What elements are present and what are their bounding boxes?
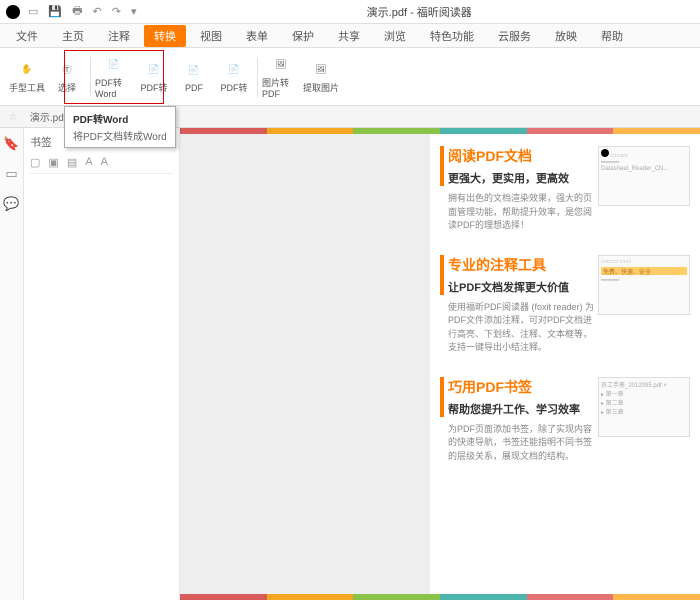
pdf-icon: 📄: [184, 61, 204, 81]
title-bar: ▭ 💾 🖶 ↶ ↷ ▾ 演示.pdf - 福昕阅读器: [0, 0, 700, 24]
tooltip-desc: 将PDF文档转成Word: [73, 128, 167, 143]
bm-expand-icon[interactable]: ▤: [67, 156, 77, 169]
bm-add-icon[interactable]: ▢: [30, 156, 40, 169]
menu-放映[interactable]: 放映: [545, 25, 587, 47]
hand-tool-button[interactable]: ✋ 手型工具: [8, 53, 46, 101]
section-thumb: ▭▭▭ ▭▭免费、快速、安全━━━━━: [598, 255, 690, 315]
img-to-pdf-button[interactable]: 🖼 图片转PDF: [262, 53, 300, 101]
main-area: 🔖 ▭ 💬 书签 ▢ ▣ ▤ A A 阅读PDF文档更强大，更实用，更高效拥有出…: [0, 128, 700, 600]
extract-img-button[interactable]: 🖼 提取图片: [302, 53, 340, 101]
extract-icon: 🖼: [311, 59, 331, 79]
section-2: 巧用PDF书签帮助您提升工作、学习效率为PDF页面添加书签，除了实现内容的快速导…: [440, 377, 690, 464]
menu-bar: 文件主页注释转换视图表单保护共享浏览特色功能云服务放映帮助: [0, 24, 700, 48]
section-body: 拥有出色的文档渲染效果，强大的页面管理功能，帮助提升效率，是您阅读PDF的理想选…: [448, 192, 598, 233]
sidebar: 🔖 ▭ 💬: [0, 128, 24, 600]
pdf-button[interactable]: 📄 PDF: [175, 53, 213, 101]
tooltip: PDF转Word 将PDF文档转成Word: [64, 106, 176, 148]
star-icon[interactable]: ☆: [8, 110, 18, 123]
section-body: 使用福昕PDF阅读器 (foxit reader) 为PDF文件添加注释，可对P…: [448, 301, 598, 355]
menu-浏览[interactable]: 浏览: [374, 25, 416, 47]
menu-注释[interactable]: 注释: [98, 25, 140, 47]
app-icon: [6, 5, 20, 19]
menu-共享[interactable]: 共享: [328, 25, 370, 47]
document-area[interactable]: 阅读PDF文档更强大，更实用，更高效拥有出色的文档渲染效果，强大的页面管理功能，…: [180, 128, 700, 600]
pdf-ppt-icon: 📄: [144, 59, 164, 79]
quick-access-toolbar: ▭ 💾 🖶 ↶ ↷ ▾: [28, 2, 136, 21]
menu-帮助[interactable]: 帮助: [591, 25, 633, 47]
pdf-to-img-button[interactable]: 📄 PDF转: [215, 53, 253, 101]
menu-视图[interactable]: 视图: [190, 25, 232, 47]
pages-panel-icon[interactable]: ▭: [5, 166, 17, 182]
menu-转换[interactable]: 转换: [144, 25, 186, 47]
bm-save-icon[interactable]: ▣: [48, 156, 58, 169]
bookmark-panel-icon[interactable]: 🔖: [3, 136, 19, 152]
bookmark-panel: 书签 ▢ ▣ ▤ A A: [24, 128, 180, 600]
undo-icon[interactable]: ↶: [93, 5, 102, 18]
print-icon[interactable]: 🖶: [72, 2, 82, 21]
select-icon: Ⓣ: [57, 59, 77, 79]
pdf-to-word-button[interactable]: 📄 PDF转Word: [95, 53, 133, 101]
comments-panel-icon[interactable]: 💬: [3, 196, 19, 212]
section-thumb: ▭▭▭━━━━━Datasheet_Reader_CN...: [598, 146, 690, 206]
save-icon[interactable]: 💾: [48, 5, 62, 18]
hand-icon: ✋: [17, 59, 37, 79]
pdf-img-icon: 📄: [224, 59, 244, 79]
menu-保护[interactable]: 保护: [282, 25, 324, 47]
stripe-bottom: [180, 594, 700, 600]
pdf-to-ppt-button[interactable]: 📄 PDF转: [135, 53, 173, 101]
bm-text-icon[interactable]: A: [85, 156, 92, 169]
bm-text2-icon[interactable]: A: [101, 156, 108, 169]
menu-特色功能[interactable]: 特色功能: [420, 25, 484, 47]
tooltip-title: PDF转Word: [73, 111, 167, 126]
menu-文件[interactable]: 文件: [6, 25, 48, 47]
bookmark-toolbar: ▢ ▣ ▤ A A: [30, 156, 173, 174]
menu-主页[interactable]: 主页: [52, 25, 94, 47]
section-thumb: 员工手册_2012095.pdf ×▸ 第一章▸ 第二章▸ 第三章: [598, 377, 690, 437]
menu-表单[interactable]: 表单: [236, 25, 278, 47]
more-icon[interactable]: ▾: [131, 5, 137, 18]
section-body: 为PDF页面添加书签，除了实现内容的快速导航，书签还能指明不同书签的层级关系，展…: [448, 423, 598, 464]
page: 阅读PDF文档更强大，更实用，更高效拥有出色的文档渲染效果，强大的页面管理功能，…: [430, 134, 700, 594]
section-0: 阅读PDF文档更强大，更实用，更高效拥有出色的文档渲染效果，强大的页面管理功能，…: [440, 146, 690, 233]
img-pdf-icon: 🖼: [271, 54, 291, 74]
redo-icon[interactable]: ↷: [112, 5, 121, 18]
menu-云服务[interactable]: 云服务: [488, 25, 541, 47]
open-icon[interactable]: ▭: [28, 5, 38, 18]
window-title: 演示.pdf - 福昕阅读器: [144, 4, 694, 20]
section-1: 专业的注释工具让PDF文档发挥更大价值使用福昕PDF阅读器 (foxit rea…: [440, 255, 690, 355]
pdf-word-icon: 📄: [104, 54, 124, 74]
select-button[interactable]: Ⓣ 选择: [48, 53, 86, 101]
ribbon: ✋ 手型工具 Ⓣ 选择 📄 PDF转Word 📄 PDF转 📄 PDF 📄 PD…: [0, 48, 700, 106]
